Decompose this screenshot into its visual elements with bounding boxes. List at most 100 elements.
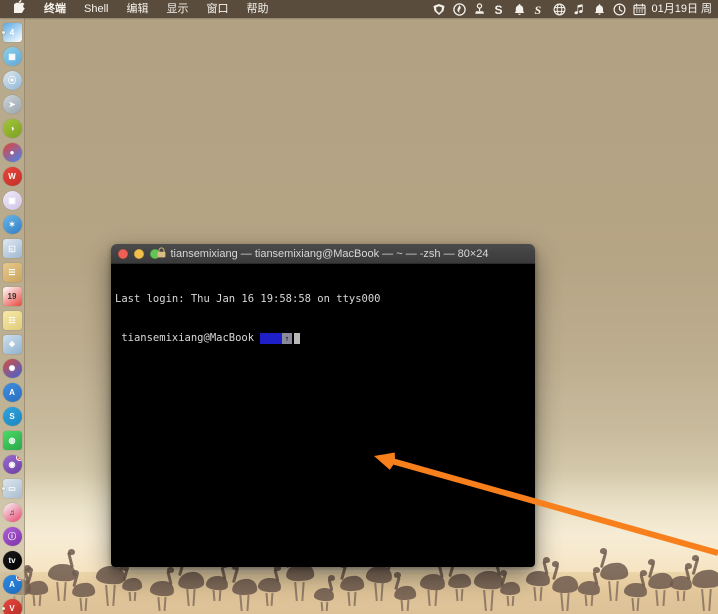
minimize-button[interactable]	[134, 248, 144, 259]
flamingo-leg	[38, 595, 41, 607]
dock-icon-glyph: 4	[9, 28, 15, 37]
dock-item-21[interactable]: ⓘ	[2, 526, 23, 547]
app-store-blue-icon[interactable]: A	[2, 383, 22, 402]
vivaldi-icon[interactable]: V	[2, 599, 22, 614]
dock-icon-glyph: ✺	[8, 364, 16, 373]
terminal-window[interactable]: tiansemixiang — tiansemixiang@MacBook — …	[111, 244, 535, 567]
flamingo-silhouette	[231, 562, 259, 612]
snipaste-icon[interactable]: S	[529, 0, 549, 18]
calendar-icon[interactable]	[629, 0, 649, 18]
close-button[interactable]	[118, 248, 128, 259]
messages-icon[interactable]: ◍	[2, 431, 22, 450]
dock-item-16[interactable]: S	[2, 406, 23, 427]
notes-book-icon[interactable]: ☰	[2, 263, 22, 282]
skype-icon[interactable]: S	[2, 407, 22, 426]
color-wheel-icon[interactable]: ✺	[2, 359, 22, 378]
xcode-rocket-icon[interactable]: ➤	[2, 95, 22, 114]
dock-icon-glyph: ⓘ	[8, 532, 16, 541]
music-note-icon[interactable]	[569, 0, 589, 18]
svg-text:S: S	[534, 3, 541, 16]
terminal-cursor	[294, 333, 301, 344]
itunes-music-icon[interactable]: ♫	[2, 503, 22, 522]
flamingo-leg	[212, 590, 216, 602]
flamingo-leg	[353, 592, 357, 607]
dock-item-7[interactable]: ▣	[2, 190, 23, 211]
menu-item-help[interactable]: 帮助	[237, 0, 277, 18]
wps-icon[interactable]: W	[2, 167, 22, 186]
menu-item-terminal[interactable]: 终端	[35, 0, 75, 18]
podcast-purple-icon[interactable]: ⓘ	[2, 527, 22, 546]
apple-menu-icon[interactable]	[6, 0, 35, 18]
menu-item-view[interactable]: 显示	[157, 0, 197, 18]
flamingo-leg	[560, 593, 564, 612]
dock-icon-glyph: ♫	[9, 508, 15, 517]
dock-item-17[interactable]: ◍	[2, 430, 23, 451]
dock-item-11[interactable]: 19	[2, 286, 23, 307]
notification-bell-icon[interactable]	[589, 0, 609, 18]
bartender-bell-icon[interactable]	[509, 0, 529, 18]
dock-item-4[interactable]: ◑	[2, 118, 23, 139]
dock-item-14[interactable]: ✺	[2, 358, 23, 379]
dock-item-3[interactable]: ➤	[2, 94, 23, 115]
flamingo-leg	[112, 584, 116, 607]
terminal-body[interactable]: Last login: Thu Jan 16 19:58:58 on ttys0…	[111, 264, 535, 567]
dock-item-23[interactable]: A1	[2, 574, 23, 595]
apple-tv-icon[interactable]: tv	[2, 551, 22, 570]
android-studio-icon[interactable]: ◑	[2, 119, 22, 138]
flamingo-leg	[218, 590, 221, 602]
dock-icon-glyph: 19	[7, 292, 17, 301]
dock-item-12[interactable]: ☷	[2, 310, 23, 331]
screen-share-icon[interactable]: ▭	[2, 479, 22, 498]
dock-icon-glyph: S	[9, 412, 15, 421]
surge-icon[interactable]: S	[489, 0, 509, 18]
dock-item-24[interactable]: V	[1, 598, 23, 614]
stickies-icon[interactable]: ☷	[2, 311, 22, 330]
zoom-button[interactable]	[150, 248, 160, 259]
flamingo-leg	[239, 595, 244, 612]
photos-app-icon[interactable]: ❖	[2, 335, 22, 354]
flamingo-leg	[157, 596, 161, 612]
terminal-input-marker: ↑	[282, 333, 293, 344]
flamingo-leg	[186, 589, 190, 607]
menu-item-shell[interactable]: Shell	[75, 0, 117, 18]
compass-icon[interactable]: ✶	[2, 215, 22, 234]
dock-item-0[interactable]: 4	[1, 22, 23, 43]
podcasts-icon[interactable]: ◉ 1	[2, 455, 22, 474]
dock-item-22[interactable]: tv	[2, 550, 23, 571]
dock-item-6[interactable]: W	[2, 166, 23, 187]
safari-icon[interactable]: ⦿	[2, 71, 22, 90]
menu-item-window[interactable]: 窗口	[197, 0, 237, 18]
dock-item-15[interactable]: A	[2, 382, 23, 403]
wolf-head-icon[interactable]	[429, 0, 449, 18]
menu-bar-clock[interactable]: 01月19日 周	[649, 0, 716, 18]
flamingo-leg	[708, 589, 712, 612]
app-store-icon[interactable]: A1	[2, 575, 22, 594]
calendar-19-icon[interactable]: 19	[2, 287, 22, 306]
dock-item-13[interactable]: ❖	[2, 334, 23, 355]
chrome-icon[interactable]: ●	[2, 143, 22, 162]
flamingo-leg	[566, 593, 570, 612]
shadowsocks-icon[interactable]	[449, 0, 469, 18]
terminal-titlebar[interactable]: tiansemixiang — tiansemixiang@MacBook — …	[111, 244, 535, 264]
launchpad-icon[interactable]: ▦	[2, 47, 22, 66]
finder-icon[interactable]: 4	[2, 23, 22, 42]
dock-item-10[interactable]: ☰	[2, 262, 23, 283]
dock-item-1[interactable]: ▦	[2, 46, 23, 67]
flamingo-leg	[434, 590, 438, 607]
dock-item-8[interactable]: ✶	[2, 214, 23, 235]
terminal-output-line: Last login: Thu Jan 16 19:58:58 on ttys0…	[115, 293, 381, 305]
network-globe-icon[interactable]	[549, 0, 569, 18]
save-disk-icon[interactable]: ▣	[2, 191, 22, 210]
dock-item-9[interactable]: ◱	[2, 238, 23, 259]
dock-item-19[interactable]: ▭	[1, 478, 23, 499]
dock-item-5[interactable]: ●	[2, 142, 23, 163]
dock-item-18[interactable]: ◉ 1	[2, 454, 23, 475]
timemachine-clock-icon[interactable]	[609, 0, 629, 18]
dock-item-20[interactable]: ♫	[2, 502, 23, 523]
dock-item-2[interactable]: ⦿	[2, 70, 23, 91]
dock-badge: 1	[15, 455, 22, 461]
preview-icon[interactable]: ◱	[2, 239, 22, 258]
cleaner-icon[interactable]	[469, 0, 489, 18]
menu-item-edit[interactable]: 编辑	[117, 0, 157, 18]
dock: 4▦⦿➤◑●W▣✶◱☰19☷❖✺AS◍◉1▭♫ⓘtvA1V>_░$VPNY◕⌧	[0, 18, 25, 614]
